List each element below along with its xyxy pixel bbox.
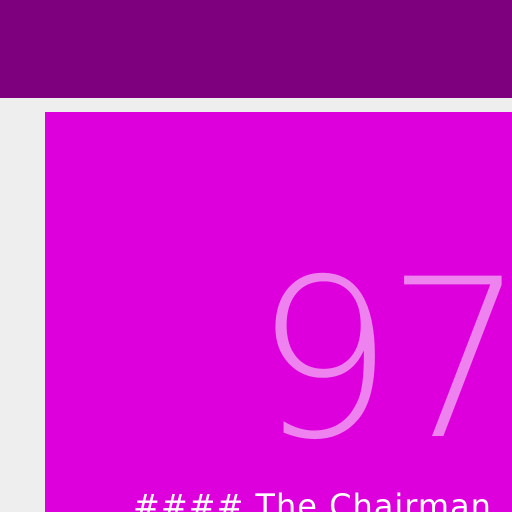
content-card[interactable]: 97 #### The Chairman <box>45 112 512 512</box>
card-number: 97 <box>254 232 512 488</box>
card-caption: #### The Chairman <box>133 487 492 512</box>
app-bar <box>0 0 512 98</box>
